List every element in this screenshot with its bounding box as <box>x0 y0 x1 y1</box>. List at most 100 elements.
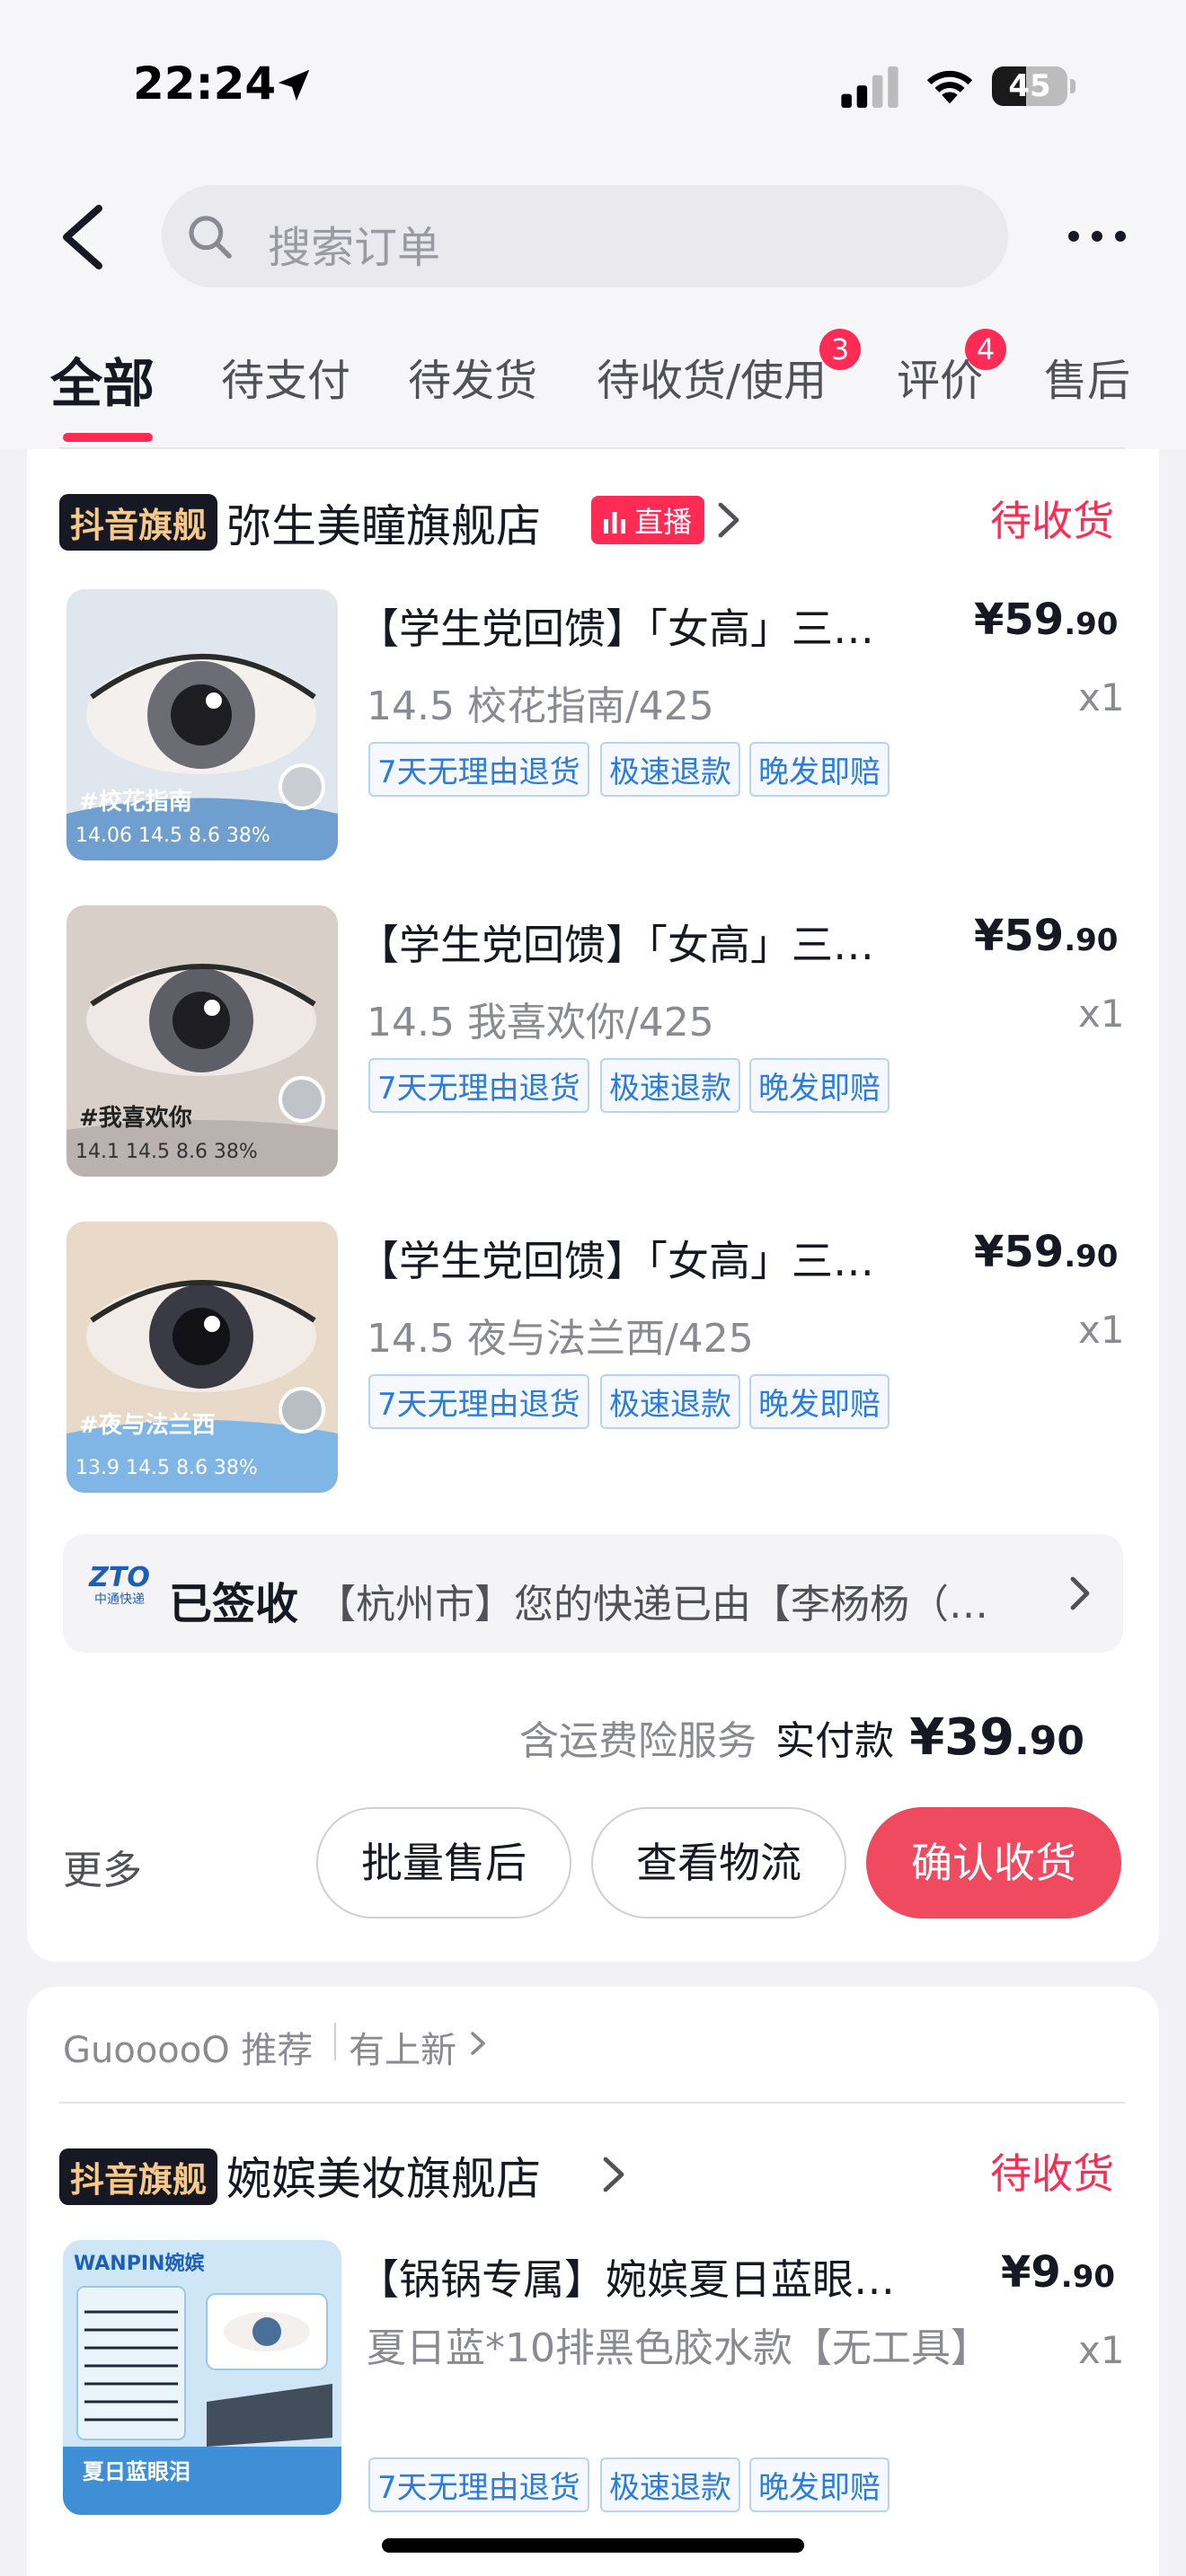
price-main: ¥59 <box>974 1227 1065 1277</box>
logistics-message: 【杭州市】您的快递已由【李杨杨（… <box>316 1582 988 1628</box>
battery-text: 45 <box>1008 68 1051 104</box>
section-divider <box>59 2102 1125 2104</box>
service-tag: 极速退款 <box>600 1058 740 1113</box>
product-title[interactable]: 【学生党回馈】「女高」三明治美瞳 <box>358 1229 906 1288</box>
product-qty: x1 <box>1078 992 1125 1036</box>
product-price: ¥9.90 <box>1001 2247 1115 2298</box>
home-indicator <box>382 2538 804 2553</box>
signal-icon <box>841 66 898 108</box>
recommend-link[interactable]: 有上新 <box>349 2021 456 2073</box>
product-price: ¥59.90 <box>974 911 1118 961</box>
price-cents: .90 <box>1064 922 1119 958</box>
search-icon <box>189 216 232 259</box>
live-icon <box>604 512 625 534</box>
service-tag: 7天无理由退货 <box>368 1058 589 1113</box>
paid-amount: ¥39.90 <box>909 1708 1085 1767</box>
product-price: ¥59.90 <box>974 595 1118 645</box>
tab-pending-receipt[interactable]: 待收货/使用 <box>597 345 827 408</box>
carrier-logo: ZTO 中通快递 <box>88 1565 151 1608</box>
service-tag: 极速退款 <box>600 1374 740 1429</box>
payment-summary: 含运费险服务 实付款 ¥39.90 <box>519 1708 1084 1767</box>
more-icon[interactable] <box>1066 223 1128 250</box>
chevron-right-icon <box>471 2032 485 2055</box>
view-logistics-button[interactable]: 查看物流 <box>591 1807 846 1919</box>
product-thumbnail[interactable]: #校花指南 14.06 14.5 8.6 38% <box>66 589 338 860</box>
product-price: ¥59.90 <box>974 1227 1118 1277</box>
chevron-right-icon <box>1070 1576 1090 1610</box>
product-qty: x1 <box>1078 2328 1125 2372</box>
batch-after-sales-button[interactable]: 批量售后 <box>316 1807 571 1919</box>
service-tag: 极速退款 <box>600 742 740 797</box>
service-tag: 7天无理由退货 <box>368 742 589 797</box>
service-tag: 晚发即赔 <box>749 1374 890 1429</box>
product-spec: 14.5 夜与法兰西/425 <box>367 1316 754 1362</box>
thumb-specs: 14.06 14.5 8.6 38% <box>75 825 270 847</box>
tab-active-indicator <box>63 433 153 442</box>
service-tag: 7天无理由退货 <box>368 1374 589 1429</box>
tab-pending-shipment[interactable]: 待发货 <box>408 345 537 408</box>
paid-amount-main: ¥39 <box>909 1708 1015 1767</box>
recommend-user: GuooooO 推荐 <box>63 2030 314 2071</box>
product-spec: 夏日蓝*10排黑色胶水款【无工具】 <box>367 2325 990 2371</box>
tab-after-sales[interactable]: 售后 <box>1044 345 1130 408</box>
recommend-separator <box>334 2023 336 2060</box>
paid-amount-cents: .90 <box>1014 1718 1085 1764</box>
thumb-label: #校花指南 <box>79 789 192 816</box>
price-cents: .90 <box>1060 2259 1116 2295</box>
price-main: ¥9 <box>1001 2247 1061 2298</box>
more-actions[interactable]: 更多 <box>63 1838 142 1895</box>
location-arrow-icon <box>278 69 310 101</box>
product-spec: 14.5 我喜欢你/425 <box>367 1000 714 1045</box>
tab-pending-payment[interactable]: 待支付 <box>221 345 350 408</box>
product-spec: 14.5 校花指南/425 <box>367 684 714 729</box>
product-thumbnail[interactable]: WANPIN婉嫔 夏日蓝眼泪 <box>63 2240 341 2515</box>
search-placeholder: 搜索订单 <box>268 223 441 273</box>
service-tag: 晚发即赔 <box>749 1058 890 1113</box>
price-main: ¥59 <box>974 911 1065 961</box>
product-qty: x1 <box>1078 1308 1125 1352</box>
confirm-receipt-button[interactable]: 确认收货 <box>866 1807 1121 1919</box>
product-thumbnail[interactable]: #我喜欢你 14.1 14.5 8.6 38% <box>66 905 338 1177</box>
thumb-specs: 14.1 14.5 8.6 38% <box>75 1141 258 1163</box>
order-status: 待收货 <box>990 497 1114 545</box>
service-tag: 极速退款 <box>600 2457 740 2512</box>
product-title[interactable]: 【锅锅专属】婉嫔夏日蓝眼泪假睫毛 <box>358 2247 933 2307</box>
price-main: ¥59 <box>974 595 1065 645</box>
product-qty: x1 <box>1078 675 1125 719</box>
service-tag: 7天无理由退货 <box>368 2457 589 2512</box>
price-cents: .90 <box>1064 1239 1119 1275</box>
search-input[interactable]: 搜索订单 <box>162 185 1008 287</box>
order-status: 待收货 <box>990 2149 1114 2198</box>
battery-icon: 45 <box>992 66 1075 106</box>
tab-pending-receipt-badge: 3 <box>819 329 861 370</box>
thumb-caption: 夏日蓝眼泪 <box>83 2459 190 2484</box>
thumb-specs: 13.9 14.5 8.6 38% <box>75 1457 258 1479</box>
price-cents: .90 <box>1064 606 1119 642</box>
product-title[interactable]: 【学生党回馈】「女高」三明治美瞳 <box>358 596 906 656</box>
service-tag: 晚发即赔 <box>749 742 890 797</box>
carrier-name: 中通快递 <box>94 1592 145 1607</box>
chevron-right-icon[interactable] <box>715 499 742 541</box>
chevron-right-icon[interactable] <box>600 2154 627 2195</box>
insurance-label: 含运费险服务 <box>519 1718 757 1764</box>
store-type-badge: 抖音旗舰 <box>59 2148 218 2205</box>
store-name[interactable]: 婉嫔美妆旗舰店 <box>226 2143 541 2208</box>
service-tag: 晚发即赔 <box>749 2457 890 2512</box>
wifi-icon <box>926 70 973 104</box>
tab-review-badge: 4 <box>965 329 1006 370</box>
logistics-status: 已签收 <box>169 1579 299 1629</box>
thumb-label: #夜与法兰西 <box>79 1412 216 1439</box>
tab-all[interactable]: 全部 <box>50 341 155 417</box>
live-badge: 直播 <box>591 496 705 544</box>
status-time: 22:24 <box>133 57 277 110</box>
thumb-brand: WANPIN婉嫔 <box>74 2253 205 2275</box>
product-thumbnail[interactable]: #夜与法兰西 13.9 14.5 8.6 38% <box>66 1222 338 1493</box>
carrier-logo-text: ZTO <box>89 1562 150 1593</box>
paid-label: 实付款 <box>775 1718 895 1764</box>
logistics-panel[interactable]: ZTO 中通快递 已签收 【杭州市】您的快递已由【李杨杨（… <box>63 1534 1123 1653</box>
store-type-badge: 抖音旗舰 <box>59 494 218 551</box>
store-name[interactable]: 弥生美瞳旗舰店 <box>226 490 541 555</box>
product-title[interactable]: 【学生党回馈】「女高」三明治美瞳 <box>358 913 906 972</box>
back-icon[interactable] <box>56 203 110 271</box>
live-label: 直播 <box>634 505 693 539</box>
